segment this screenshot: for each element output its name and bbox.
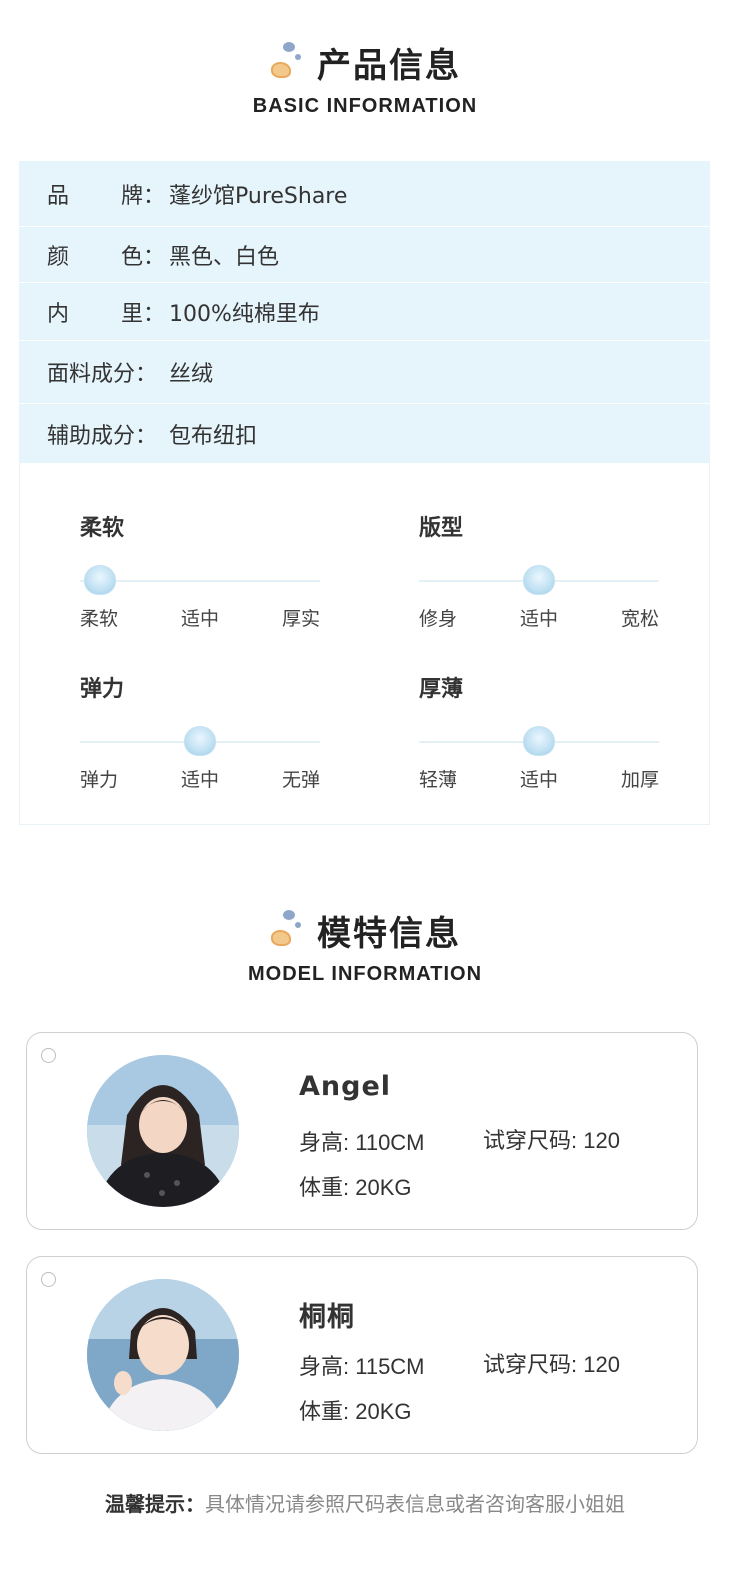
meter-knob-shell-icon [184,726,216,756]
meter-tick-label: 轻薄 [419,769,458,791]
tip-text: 具体情况请参照尺码表信息或者咨询客服小姐姐 [205,1492,625,1516]
info-value-brand: 蓬纱馆PureShare [169,183,348,209]
info-value-fabric: 丝绒 [169,362,214,387]
meter-knob-shell-icon [84,565,116,595]
meter-tick-label: 适中 [180,769,219,791]
meter-title: 版型 [419,516,464,541]
card-hole-icon [41,1048,56,1063]
shell-decoration-icon [269,908,305,954]
meter-track [80,565,320,595]
info-label-char: 面料成分： [47,362,158,387]
model-photo-illustration [87,1279,239,1431]
meter-title: 柔软 [80,516,125,541]
model-height: 身高: 115CM [299,1354,425,1379]
info-value-color: 黑色、白色 [169,244,280,270]
card-hole-icon [41,1272,56,1287]
info-value-lining: 100%纯棉里布 [169,301,320,327]
meter-softness: 柔软 柔软 适中 厚实 [80,510,320,631]
meter-tick-label: 宽松 [620,608,659,630]
model-weight: 体重: 20KG [299,1399,412,1424]
product-info-header: 产品信息 BASIC INFORMATION [0,38,730,118]
info-row-fabric: 面料成分： 丝绒 [19,341,710,404]
info-label-char: 色： [120,244,165,270]
info-row-accessory: 辅助成分： 包布纽扣 [19,404,710,463]
info-label-char: 里： [120,301,165,327]
meter-title: 弹力 [80,677,125,702]
model-photo-tongtong [87,1279,239,1431]
meter-tick-label: 厚实 [281,608,320,630]
info-row-lining: 内 里： 100%纯棉里布 [19,283,710,341]
meter-tick-label: 弹力 [80,769,119,791]
product-info-title: 产品信息 [317,46,461,86]
info-label-char: 内 [47,301,70,327]
model-name: Angel [299,1071,392,1102]
model-size: 试穿尺码: 120 [483,1128,620,1153]
shell-decoration-icon [269,40,305,86]
model-height: 身高: 110CM [299,1130,425,1155]
info-row-color: 颜 色： 黑色、白色 [19,227,710,283]
info-row-brand: 品 牌： 蓬纱馆PureShare [19,161,710,227]
meter-track [80,726,320,756]
info-label-char: 辅助成分： [47,423,158,449]
meter-tick-label: 无弹 [281,769,320,791]
meter-thickness: 厚薄 轻薄 适中 加厚 [419,671,659,792]
model-info-header: 模特信息 MODEL INFORMATION [0,906,730,986]
info-value-accessory: 包布纽扣 [169,423,258,449]
model-photo-illustration [87,1055,239,1207]
info-label-char: 牌： [120,183,165,209]
model-name: 桐桐 [299,1302,355,1333]
model-size: 试穿尺码: 120 [483,1352,620,1377]
meter-tick-label: 加厚 [620,769,659,791]
meter-knob-shell-icon [523,565,555,595]
meter-elasticity: 弹力 弹力 适中 无弹 [80,671,320,792]
meter-title: 厚薄 [419,677,464,702]
model-card: 桐桐 身高: 115CM 试穿尺码: 120 体重: 20KG [26,1256,698,1454]
meter-tick-label: 修身 [419,608,458,630]
model-card: Angel 身高: 110CM 试穿尺码: 120 体重: 20KG [26,1032,698,1230]
tip-label: 温馨提示： [105,1492,205,1516]
meter-tick-label: 适中 [519,608,558,630]
model-info-title: 模特信息 [317,914,461,954]
meter-knob-shell-icon [523,726,555,756]
info-label-char: 品 [47,183,70,209]
meter-fit: 版型 修身 适中 宽松 [419,510,659,631]
meter-track [419,726,659,756]
meter-tick-label: 柔软 [80,608,119,630]
meter-tick-label: 适中 [180,608,219,630]
meter-track [419,565,659,595]
model-weight: 体重: 20KG [299,1175,412,1200]
info-label-char: 颜 [47,244,70,270]
model-info-subtitle: MODEL INFORMATION [247,963,483,985]
product-info-table: 品 牌： 蓬纱馆PureShare 颜 色： 黑色、白色 内 里： 100%纯棉… [19,161,710,463]
product-info-subtitle: BASIC INFORMATION [252,95,478,117]
warm-tip: 温馨提示：具体情况请参照尺码表信息或者咨询客服小姐姐 [0,1488,730,1517]
meter-tick-label: 适中 [519,769,558,791]
model-photo-angel [87,1055,239,1207]
